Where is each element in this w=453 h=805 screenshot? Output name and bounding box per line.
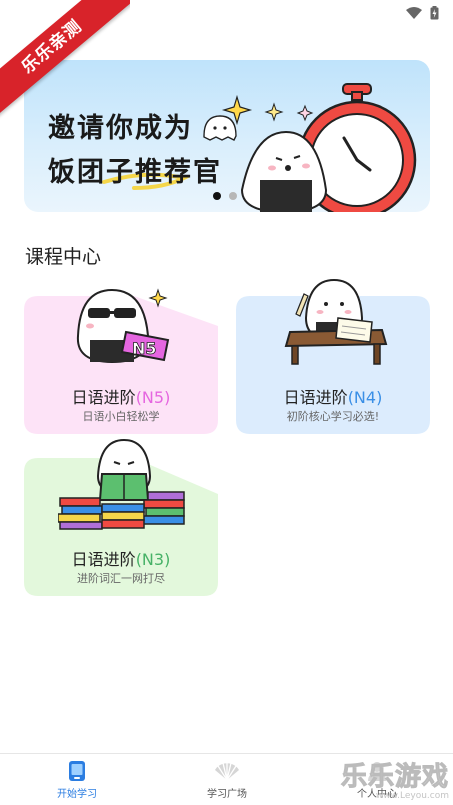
course-subtitle: 进阶词汇一网打尽	[77, 572, 165, 585]
course-level: (N5)	[135, 388, 171, 407]
banner-headline-2: 饭团子推荐官	[48, 157, 222, 188]
ribbon-text: 乐乐亲测	[0, 0, 130, 118]
watermark-brand: 乐乐游戏	[340, 762, 449, 793]
section-title: 课程中心	[25, 246, 102, 268]
course-card-n4[interactable]: 日语进阶(N4) 初阶核心学习必选!	[236, 278, 430, 434]
onigiri-sunglasses-illustration: N5	[76, 288, 170, 364]
course-subtitle: 初阶核心学习必选!	[286, 410, 380, 423]
course-level: (N3)	[135, 550, 171, 569]
course-title: 日语进阶(N5)	[24, 384, 218, 408]
course-level: (N4)	[347, 388, 383, 407]
carousel-dot-1[interactable]	[213, 192, 221, 200]
tab-label: 学习广场	[207, 789, 247, 800]
course-name: 日语进阶	[283, 388, 348, 407]
svg-text:N5: N5	[132, 339, 157, 358]
site-watermark: 乐乐游戏 www.Leyou.com	[340, 756, 449, 802]
course-card-n5[interactable]: N5 日语进阶(N5) 日语小白轻松学	[24, 288, 218, 434]
onigiri-books-illustration	[58, 438, 185, 530]
course-name: 日语进阶	[71, 550, 136, 569]
course-title: 日语进阶(N4)	[236, 384, 430, 408]
course-subtitle: 日语小白轻松学	[82, 410, 160, 423]
tab-study-plaza[interactable]: 学习广场	[172, 760, 282, 800]
onigiri-writing-illustration	[284, 278, 388, 365]
tab-label: 开始学习	[57, 789, 97, 800]
fan-icon	[215, 762, 239, 781]
carousel-dot-2[interactable]	[229, 192, 237, 200]
course-card-n3[interactable]: 日语进阶(N3) 进阶词汇一网打尽	[24, 438, 218, 596]
tablet-icon	[69, 761, 85, 781]
course-name: 日语进阶	[71, 388, 136, 407]
course-title: 日语进阶(N3)	[24, 546, 218, 570]
tab-start-learning[interactable]: 开始学习	[22, 760, 132, 800]
test-ribbon: 乐乐亲测	[0, 0, 130, 130]
carousel-indicator[interactable]	[213, 192, 237, 200]
wifi-icon	[406, 7, 422, 19]
battery-icon	[430, 6, 439, 20]
